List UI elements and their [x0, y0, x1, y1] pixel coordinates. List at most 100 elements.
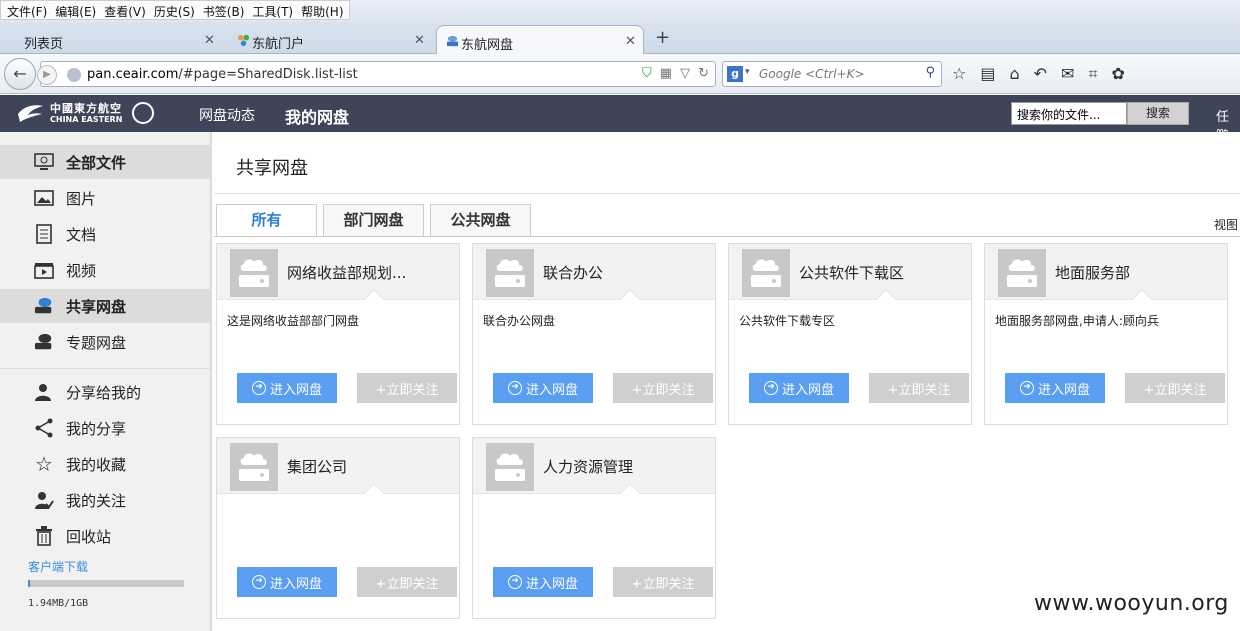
qr-code-icon[interactable]: ▦ [660, 66, 672, 81]
back-button[interactable]: ← [4, 58, 36, 90]
follow-button[interactable]: +立即关注 [1125, 373, 1225, 403]
disk-thumbnail-icon[interactable] [230, 443, 278, 491]
browser-tab-netdisk[interactable]: 东航网盘 ✕ [436, 25, 644, 54]
logo-text-cn: 中國東方航空 [50, 101, 122, 115]
settings-icon[interactable]: ✿ [1111, 64, 1124, 84]
sidebar-item-topic-disk[interactable]: 专题网盘 [0, 325, 210, 359]
sidebar-item-shared-disk[interactable]: 共享网盘 [0, 289, 210, 323]
forward-icon[interactable]: ▶ [37, 65, 57, 85]
menu-edit[interactable]: 编辑(E) [52, 1, 101, 19]
undo-icon[interactable]: ↶ [1034, 64, 1047, 84]
disk-thumbnail-icon[interactable] [486, 249, 534, 297]
menu-history[interactable]: 历史(S) [151, 1, 200, 19]
google-engine-icon[interactable]: g [727, 66, 743, 82]
menu-view[interactable]: 查看(V) [101, 1, 151, 19]
disk-name[interactable]: 集团公司 [287, 456, 347, 477]
view-toggle[interactable]: 视图 [1214, 216, 1238, 233]
sidebar-item-label: 回收站 [66, 527, 112, 546]
disk-card: 人力资源管理 ➜ 进入网盘 +立即关注 [472, 437, 716, 619]
follow-button[interactable]: +立即关注 [869, 373, 969, 403]
disk-description: 地面服务部网盘,申请人:顾向兵 [995, 314, 1159, 328]
search-icon[interactable]: ⚲ [925, 65, 935, 80]
disk-name[interactable]: 公共软件下载区 [799, 262, 904, 283]
sidebar-item-videos[interactable]: 视频 [0, 253, 210, 287]
sidebar-item-documents[interactable]: 文档 [0, 217, 210, 251]
engine-dropdown-icon[interactable]: ▾ [745, 67, 750, 77]
browser-tab-portal[interactable]: 东航门户 ✕ [228, 25, 432, 54]
china-eastern-logo[interactable]: 中國東方航空 CHINA EASTERN [16, 101, 155, 124]
enter-disk-label: 进入网盘 [269, 382, 322, 398]
client-download-link[interactable]: 客户端下载 [28, 558, 88, 575]
menu-tools[interactable]: 工具(T) [249, 1, 298, 19]
tab-all[interactable]: 所有 [216, 204, 317, 237]
topic-disk-icon [34, 332, 54, 352]
sidebar-item-shared-with-me[interactable]: 分享给我的 [0, 375, 210, 409]
enter-disk-button[interactable]: ➜ 进入网盘 [1005, 373, 1105, 403]
disk-thumbnail-icon[interactable] [230, 249, 278, 297]
tab-public-disk[interactable]: 公共网盘 [430, 204, 531, 236]
address-bar[interactable]: ▶ pan.ceair.com/#page=SharedDisk.list-li… [37, 61, 716, 87]
nav-my-disk[interactable]: 我的网盘 [285, 104, 349, 128]
enter-disk-button[interactable]: ➜ 进入网盘 [237, 567, 337, 597]
dropdown-icon[interactable]: ▽ [680, 66, 690, 81]
browser-tab-list[interactable]: 列表页 ✕ [0, 25, 222, 54]
logo-text-en: CHINA EASTERN [50, 114, 123, 124]
close-icon[interactable]: ✕ [204, 33, 215, 48]
file-search-input[interactable]: 搜索你的文件... [1011, 102, 1127, 125]
sidebar-item-recycle-bin[interactable]: 回收站 [0, 519, 210, 553]
nav-disk-activity[interactable]: 网盘动态 [199, 105, 255, 125]
web-search-box[interactable]: g ▾ Google <Ctrl+K> ⚲ [722, 61, 942, 87]
enter-disk-button[interactable]: ➜ 进入网盘 [493, 373, 593, 403]
disk-thumbnail-icon[interactable] [742, 249, 790, 297]
main-content: 共享网盘 所有 部门网盘 公共网盘 视图 网络收益部规划... 这是网络收益部部… [214, 132, 1240, 631]
sidebar-item-following[interactable]: 我的关注 [0, 483, 210, 517]
close-icon[interactable]: ✕ [414, 33, 425, 48]
reader-icon[interactable]: ▤ [980, 64, 995, 84]
disk-name[interactable]: 联合办公 [543, 262, 603, 283]
follow-label: +立即关注 [631, 382, 695, 398]
follow-button[interactable]: +立即关注 [357, 373, 457, 403]
sidebar-item-images[interactable]: 图片 [0, 181, 210, 215]
disk-name[interactable]: 网络收益部规划... [287, 262, 406, 283]
disk-name[interactable]: 人力资源管理 [543, 456, 633, 477]
site-identity-icon[interactable] [67, 68, 81, 82]
sidebar-divider [0, 368, 210, 369]
shield-icon[interactable]: ⛉ [642, 66, 652, 81]
disk-card: 网络收益部规划... 这是网络收益部部门网盘 ➜ 进入网盘 +立即关注 [216, 243, 460, 425]
tab-department-disk[interactable]: 部门网盘 [323, 204, 424, 236]
share-icon [34, 418, 54, 438]
close-icon[interactable]: ✕ [625, 34, 636, 49]
enter-disk-button[interactable]: ➜ 进入网盘 [237, 373, 337, 403]
crop-icon[interactable]: ⌗ [1088, 64, 1097, 84]
disk-thumbnail-icon[interactable] [998, 249, 1046, 297]
follow-button[interactable]: +立即关注 [613, 567, 713, 597]
reload-icon[interactable]: ↻ [698, 66, 709, 81]
enter-disk-button[interactable]: ➜ 进入网盘 [749, 373, 849, 403]
search-button[interactable]: 搜索 [1127, 102, 1189, 125]
follow-label: +立即关注 [375, 576, 439, 592]
follow-button[interactable]: +立即关注 [613, 373, 713, 403]
follow-button[interactable]: +立即关注 [357, 567, 457, 597]
chat-icon[interactable]: ✉ [1061, 64, 1074, 84]
menu-file[interactable]: 文件(F) [4, 1, 52, 19]
new-tab-button[interactable]: + [655, 27, 670, 48]
disk-card: 联合办公 联合办公网盘 ➜ 进入网盘 +立即关注 [472, 243, 716, 425]
enter-disk-label: 进入网盘 [1037, 382, 1090, 398]
menu-bookmarks[interactable]: 书签(B) [200, 1, 250, 19]
sidebar-item-all-files[interactable]: 全部文件 [0, 145, 210, 179]
home-icon[interactable]: ⌂ [1009, 64, 1019, 84]
logo-text: 中國東方航空 CHINA EASTERN [50, 101, 123, 124]
browser-navbar: ▶ pan.ceair.com/#page=SharedDisk.list-li… [0, 54, 1240, 94]
sidebar-item-label: 我的分享 [66, 419, 127, 438]
menu-help[interactable]: 帮助(H) [298, 1, 348, 19]
disk-name[interactable]: 地面服务部 [1055, 262, 1130, 283]
sidebar-item-label: 我的关注 [66, 491, 127, 510]
disk-thumbnail-icon[interactable] [486, 443, 534, 491]
sidebar-item-my-shares[interactable]: 我的分享 [0, 411, 210, 445]
bookmark-star-icon[interactable]: ☆ [952, 64, 966, 84]
sidebar-item-label: 视频 [66, 261, 97, 280]
disk-card: 地面服务部 地面服务部网盘,申请人:顾向兵 ➜ 进入网盘 +立即关注 [984, 243, 1228, 425]
browser-tabbar: 列表页 ✕ 东航门户 ✕ 东航网盘 ✕ + [0, 22, 1240, 54]
enter-disk-button[interactable]: ➜ 进入网盘 [493, 567, 593, 597]
sidebar-item-favorites[interactable]: ☆ 我的收藏 [0, 447, 210, 481]
